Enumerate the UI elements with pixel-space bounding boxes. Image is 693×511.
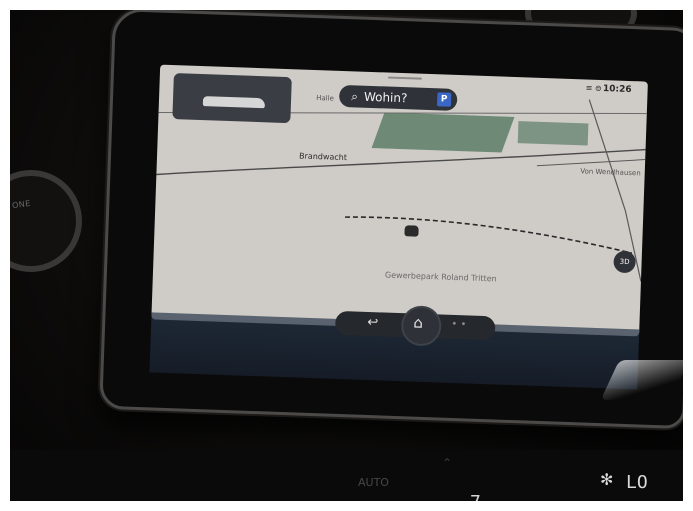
back-icon[interactable]: ↩ (367, 315, 378, 330)
search-icon: ⌕ (351, 88, 359, 103)
home-icon: ⌂ (413, 313, 424, 332)
vehicle-card[interactable] (172, 73, 292, 124)
parking-button[interactable]: P (436, 92, 452, 107)
search-label: Wohin? (363, 89, 408, 106)
clock: 10:26 (602, 84, 632, 96)
car-interior-photo: ONE ⌕ Wohin? P ≡ ⊜ 10:26 Halle Brandwach… (10, 10, 683, 501)
destination-search-button[interactable]: ⌕ Wohin? P (338, 84, 458, 111)
fan-icon: ✻ (600, 470, 614, 489)
current-position-icon (404, 225, 419, 237)
fan-speed-readout: 7 (470, 492, 481, 501)
car-icon (202, 96, 266, 109)
climate-auto-button[interactable]: AUTO (358, 476, 389, 489)
chevron-up-icon[interactable]: ⌃ (442, 456, 452, 470)
status-icons: ≡ ⊜ (585, 83, 602, 93)
infotainment-display: ⌕ Wohin? P ≡ ⊜ 10:26 Halle Brandwacht Vo… (99, 10, 683, 430)
climate-control-strip (10, 450, 683, 501)
dock-indicator: • • (451, 318, 467, 331)
temperature-readout: LO (626, 472, 648, 493)
air-vent-left (10, 170, 82, 272)
navigation-map[interactable]: ⌕ Wohin? P ≡ ⊜ 10:26 Halle Brandwacht Vo… (151, 64, 648, 337)
map-label-brandwacht: Brandwacht (298, 151, 348, 163)
map-label-halle: Halle (316, 94, 335, 103)
